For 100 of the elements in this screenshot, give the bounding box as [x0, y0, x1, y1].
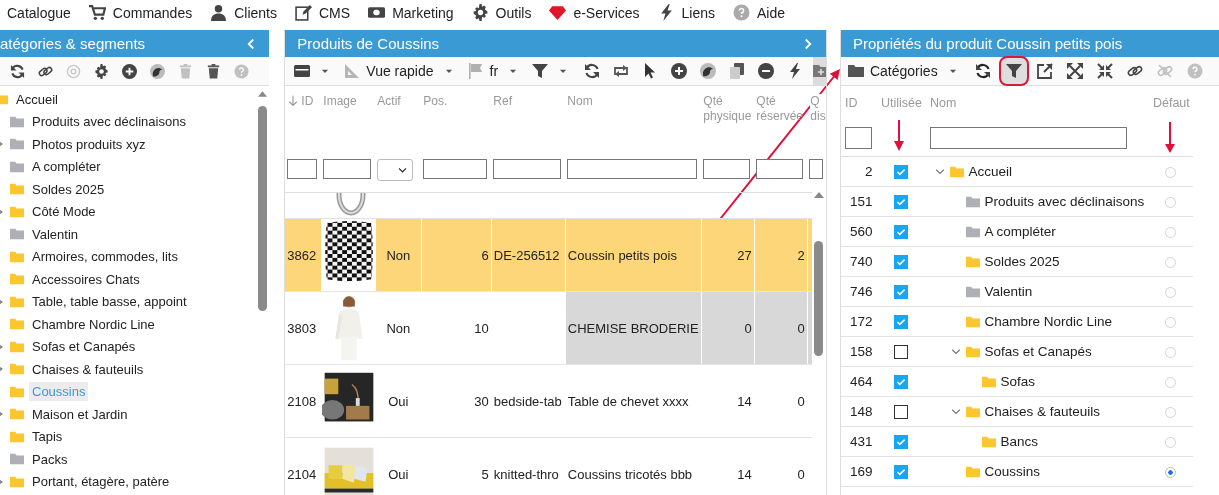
filter-icon	[532, 63, 549, 79]
scroll-up-icon[interactable]	[258, 91, 268, 97]
table-cell: 0	[754, 364, 808, 438]
table-cell: 27	[701, 218, 755, 292]
tree-item[interactable]: Côté Mode	[29, 202, 99, 222]
checkbox[interactable]	[894, 225, 909, 240]
menu-item[interactable]: Clients	[210, 4, 277, 21]
menu-item[interactable]: Catalogue	[7, 4, 71, 21]
tree-item[interactable]: Maison et Jardin	[29, 404, 131, 424]
checkbox[interactable]	[894, 465, 909, 480]
language-dropdown[interactable]: fr	[464, 59, 522, 83]
avatar-icon[interactable]	[700, 63, 717, 79]
tree-item[interactable]: Accueil	[13, 89, 61, 109]
tree-item[interactable]: Chaises & fauteuils	[29, 359, 147, 379]
tree-item[interactable]: Packs	[29, 449, 71, 469]
scrollbar-thumb[interactable]	[813, 241, 823, 356]
category-name: Produits avec déclinaisons	[984, 194, 1145, 209]
caret-right-icon[interactable]	[0, 140, 5, 149]
filter-field[interactable]	[423, 159, 488, 179]
tree-item[interactable]: Sofas et Canapés	[29, 337, 139, 357]
menu-item[interactable]: CMS	[295, 4, 351, 21]
filter-field[interactable]	[567, 159, 698, 179]
filter-field[interactable]	[287, 159, 318, 179]
category-name: Valentin	[984, 284, 1033, 299]
add-icon[interactable]	[671, 63, 688, 79]
caret-right-icon[interactable]	[0, 297, 5, 306]
flag-icon	[467, 63, 484, 79]
caret-right-icon[interactable]	[0, 207, 5, 216]
sort-arrow-icon[interactable]	[287, 94, 300, 108]
tree-item[interactable]: Soldes 2025	[29, 179, 108, 199]
scroll-up-icon[interactable]	[813, 192, 824, 198]
table-cell: 2108	[285, 364, 322, 438]
caret-right-icon[interactable]	[0, 410, 5, 419]
tree-item[interactable]: Armoires, commodes, lits	[29, 247, 181, 267]
tree-item[interactable]: A compléter	[29, 157, 104, 177]
table-cell: 151	[840, 186, 877, 217]
checkbox[interactable]	[894, 375, 909, 390]
table-cell: 464	[840, 366, 877, 397]
view-dropdown[interactable]: Vue rapide	[341, 59, 457, 83]
caret-right-icon[interactable]	[0, 365, 5, 374]
table-cell: Oui	[375, 437, 422, 495]
category-name: Bancs	[1000, 434, 1038, 449]
caret-right-icon[interactable]	[0, 342, 5, 351]
refresh-icon[interactable]	[974, 63, 991, 79]
tree-item[interactable]: Photos produits xyz	[29, 134, 149, 154]
add-icon[interactable]	[122, 63, 137, 79]
checkbox[interactable]	[894, 195, 909, 210]
add-folder-button[interactable]	[813, 57, 826, 85]
filter-icon	[1005, 63, 1022, 79]
external-link-icon[interactable]	[1036, 63, 1053, 79]
refresh-icon[interactable]	[10, 63, 25, 79]
checkbox[interactable]	[894, 255, 909, 270]
avatar-icon[interactable]	[150, 63, 165, 79]
tree-item[interactable]: Valentin	[29, 224, 81, 244]
tree-item[interactable]: Portant, étagère, patère	[29, 472, 173, 492]
checkbox[interactable]	[894, 345, 909, 360]
tree-item[interactable]: Chambre Nordic Line	[29, 314, 158, 334]
menu-item[interactable]: Liens	[657, 4, 715, 21]
trash-icon[interactable]	[206, 63, 221, 79]
tree-item[interactable]: Tapis	[29, 427, 66, 447]
checkbox[interactable]	[894, 285, 909, 300]
menu-item[interactable]: Commandes	[88, 4, 193, 21]
filter-field[interactable]	[323, 159, 372, 179]
category-name: A compléter	[984, 224, 1056, 239]
settings-icon[interactable]	[94, 63, 109, 79]
table-cell: 172	[840, 306, 877, 337]
filter-field[interactable]	[756, 159, 804, 179]
checkbox[interactable]	[894, 435, 909, 450]
filter-field[interactable]	[844, 126, 872, 149]
checkbox[interactable]	[894, 165, 909, 180]
radio-button[interactable]	[1165, 466, 1177, 478]
expand-icon[interactable]	[1066, 63, 1083, 79]
category-name: Accueil	[968, 164, 1012, 179]
menu-item[interactable]: Outils	[471, 4, 532, 21]
refresh-icon[interactable]	[584, 63, 601, 79]
copy-icon[interactable]	[729, 63, 746, 79]
caret-right-icon[interactable]	[0, 477, 5, 486]
scrollbar-thumb[interactable]	[258, 106, 268, 311]
menu-item[interactable]: e-Services	[549, 4, 640, 21]
checkbox[interactable]	[894, 315, 909, 330]
filter-button[interactable]	[998, 56, 1029, 86]
table-cell: 2	[840, 156, 877, 187]
filter-field[interactable]	[929, 126, 1127, 149]
link-icon[interactable]	[1126, 63, 1143, 79]
filter-field[interactable]	[809, 159, 824, 179]
tree-item[interactable]: Table, table basse, appoint	[29, 292, 190, 312]
remove-icon[interactable]	[758, 63, 775, 79]
filter-field[interactable]	[703, 159, 751, 179]
swap-icon[interactable]	[613, 63, 630, 79]
menu-item[interactable]: Aide	[733, 4, 786, 21]
category-name: Chambre Nordic Line	[984, 314, 1112, 329]
checkbox[interactable]	[894, 405, 909, 420]
tree-item[interactable]: Produits avec déclinaisons	[29, 112, 189, 132]
menu-item[interactable]: Marketing	[368, 4, 454, 21]
filter-field[interactable]	[493, 159, 562, 179]
tree-item[interactable]: Accessoires Chats	[29, 269, 143, 289]
table-cell: Oui	[375, 364, 422, 438]
compress-icon[interactable]	[1096, 63, 1113, 79]
gem-icon	[549, 4, 567, 21]
edit-icon	[295, 4, 312, 21]
